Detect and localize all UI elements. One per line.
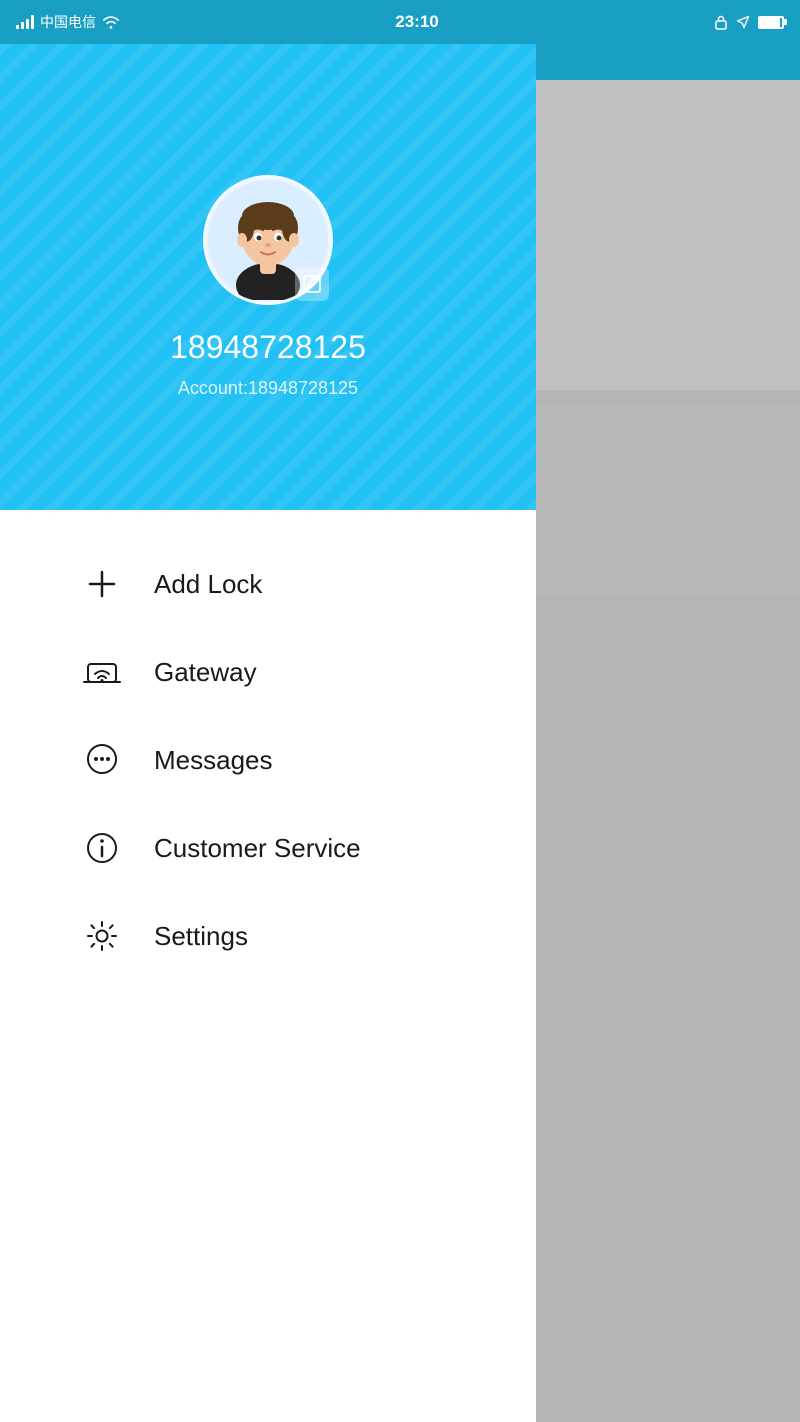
left-drawer: 18948728125 Account:18948728125 Add Lock — [0, 0, 536, 1422]
menu-item-customer-service[interactable]: Customer Service — [0, 804, 536, 892]
avatar-container[interactable] — [203, 175, 333, 305]
wifi-icon — [102, 15, 120, 29]
messages-label: Messages — [154, 745, 273, 776]
gateway-label: Gateway — [154, 657, 257, 688]
customer-service-label: Customer Service — [154, 833, 361, 864]
status-bar-left: 中国电信 — [16, 12, 120, 32]
gateway-icon — [80, 650, 124, 694]
menu-item-settings[interactable]: Settings — [0, 892, 536, 980]
user-account: Account:18948728125 — [178, 378, 358, 399]
carrier-label: 中国电信 — [40, 12, 96, 32]
chat-icon — [80, 738, 124, 782]
add-lock-label: Add Lock — [154, 569, 262, 600]
navigation-icon — [736, 15, 750, 29]
info-icon — [80, 826, 124, 870]
menu-section: Add Lock Gateway — [0, 510, 536, 1010]
lock-icon — [714, 14, 728, 30]
user-phone: 18948728125 — [170, 329, 366, 366]
right-panel-overlay — [536, 0, 800, 1422]
gear-icon — [80, 914, 124, 958]
menu-item-add-lock[interactable]: Add Lock — [0, 540, 536, 628]
menu-item-gateway[interactable]: Gateway — [0, 628, 536, 716]
plus-icon — [80, 562, 124, 606]
menu-item-messages[interactable]: Messages — [0, 716, 536, 804]
time-display: 23:10 — [395, 12, 438, 32]
avatar-edit-button[interactable] — [295, 267, 329, 301]
right-panel-top-card — [536, 80, 800, 390]
profile-header: 18948728125 Account:18948728125 — [0, 0, 536, 510]
right-panel-mid-card — [536, 404, 800, 594]
status-bar-right — [714, 14, 784, 30]
battery-icon — [758, 16, 784, 29]
status-bar: 中国电信 23:10 — [0, 0, 800, 44]
settings-label: Settings — [154, 921, 248, 952]
signal-icon — [16, 15, 34, 29]
edit-icon — [302, 274, 322, 294]
